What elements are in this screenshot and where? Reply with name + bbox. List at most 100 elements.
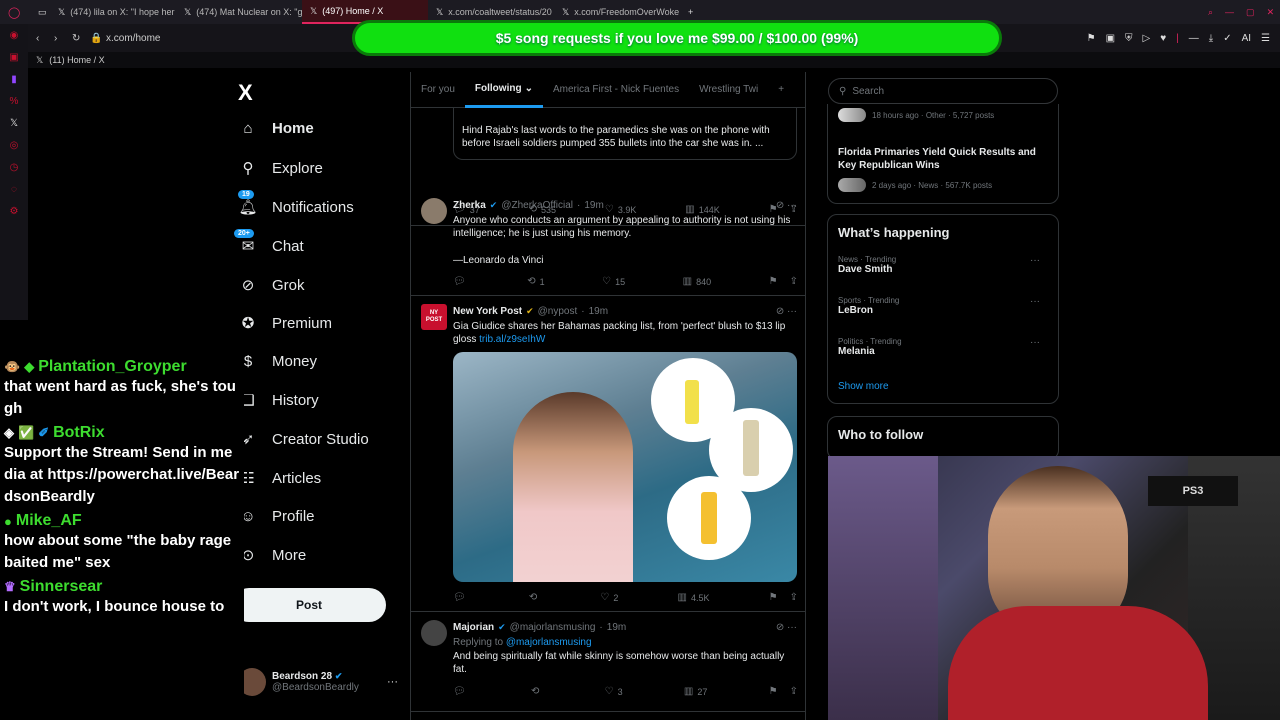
- author-name[interactable]: Majorian: [453, 622, 494, 633]
- close-icon[interactable]: ✕: [1267, 7, 1275, 18]
- nav-grok[interactable]: ⊘ Grok: [238, 276, 305, 295]
- menu-line-icon[interactable]: —: [1189, 33, 1199, 44]
- tweet[interactable]: Zherka ✔ @ZherkaOfficial · 19m ⊘ ··· Any…: [411, 190, 805, 296]
- nypost-logo-icon[interactable]: NY POST: [421, 304, 447, 330]
- repost-button[interactable]: ⟲ 1: [527, 276, 544, 287]
- avatar[interactable]: [421, 198, 447, 224]
- author-handle[interactable]: @nypost: [538, 306, 578, 317]
- sidebar-app-icon[interactable]: ◌: [0, 178, 28, 200]
- bookmark-item[interactable]: (11) Home / X: [49, 55, 104, 65]
- bookmark-icon[interactable]: ⚑: [769, 276, 778, 287]
- add-tab-button[interactable]: +: [768, 72, 794, 108]
- trend-item[interactable]: Politics · Trending Melania ···: [838, 337, 1050, 357]
- like-button[interactable]: ♡ 15: [602, 276, 625, 287]
- tweet-time[interactable]: 19m: [589, 306, 608, 317]
- author-name[interactable]: New York Post: [453, 306, 522, 317]
- reply-button[interactable]: 💬︎: [453, 276, 470, 287]
- reload-icon[interactable]: ↻: [72, 33, 90, 44]
- repost-button[interactable]: ⟲: [529, 592, 541, 603]
- clock-icon[interactable]: ◷: [0, 156, 28, 178]
- browser-menu-icon[interactable]: ◯: [0, 0, 30, 24]
- nav-creator-studio[interactable]: ➶ Creator Studio: [238, 430, 369, 449]
- twitch-icon[interactable]: ▮: [0, 68, 28, 90]
- tweet-more-icon[interactable]: ⊘ ···: [776, 622, 797, 633]
- reply-to-link[interactable]: @majorlansmusing: [506, 637, 592, 648]
- back-icon[interactable]: ‹: [36, 33, 54, 44]
- reply-button[interactable]: 💬︎: [453, 592, 470, 603]
- avatar[interactable]: [421, 620, 447, 646]
- more-icon[interactable]: ···: [1030, 255, 1040, 266]
- ai-button[interactable]: AI: [1242, 33, 1251, 44]
- nav-more[interactable]: ⊙ More: [238, 546, 306, 565]
- author-handle[interactable]: @ZherkaOfficial: [501, 200, 573, 211]
- browser-tab[interactable]: 𝕏 (474) Mat Nuclear on X: "g: [176, 0, 302, 24]
- tab-america-first[interactable]: America First - Nick Fuentes: [543, 72, 689, 108]
- hamburger-menu-icon[interactable]: ☰: [1261, 33, 1270, 44]
- author-name[interactable]: Zherka: [453, 200, 486, 211]
- like-button[interactable]: ♡ 2: [600, 592, 618, 603]
- story-meta-row[interactable]: 18 hours ago · Other · 5,727 posts: [838, 108, 994, 122]
- heart-icon[interactable]: ♥: [1160, 33, 1166, 44]
- nav-money[interactable]: $ Money: [238, 353, 317, 370]
- tab-following[interactable]: Following ⌄: [464, 72, 543, 108]
- browser-tab[interactable]: 𝕏 (474) lila on X: "I hope her: [50, 0, 176, 24]
- tweet[interactable]: Majorian ✔ @majorlansmusing · 19m ⊘ ··· …: [411, 612, 805, 712]
- account-switcher[interactable]: Beardson 28 ✔ @BeardsonBeardly ···: [238, 668, 398, 696]
- shield-icon[interactable]: ⛨: [1125, 33, 1133, 44]
- views-button[interactable]: ▥ 27: [684, 686, 707, 697]
- x-logo[interactable]: X: [238, 80, 253, 106]
- search-input[interactable]: ⚲ Search: [828, 78, 1058, 104]
- download-icon[interactable]: ⤓: [1209, 33, 1213, 44]
- more-icon[interactable]: ···: [387, 676, 398, 688]
- nav-articles[interactable]: ☷ Articles: [238, 469, 321, 488]
- share-icon[interactable]: ⇪: [790, 686, 798, 697]
- settings-icon[interactable]: ⚙: [0, 200, 28, 222]
- views-button[interactable]: ▥ 840: [683, 276, 711, 287]
- author-handle[interactable]: @majorlansmusing: [510, 622, 596, 633]
- story-title[interactable]: Florida Primaries Yield Quick Results an…: [838, 146, 1048, 172]
- minimize-icon[interactable]: —: [1225, 7, 1234, 17]
- nav-notifications[interactable]: 🔔︎ 19 Notifications: [238, 190, 354, 216]
- extension-icon[interactable]: ✓: [1223, 33, 1231, 44]
- tweet-more-icon[interactable]: ⊘ ···: [776, 200, 797, 211]
- nav-profile[interactable]: ☺ Profile: [238, 508, 314, 525]
- more-icon[interactable]: ···: [1030, 296, 1040, 307]
- more-icon[interactable]: ···: [1030, 337, 1040, 348]
- x-icon[interactable]: 𝕏: [0, 112, 28, 134]
- sidebar-app-icon[interactable]: ▣: [0, 46, 28, 68]
- bookmark-icon[interactable]: ⚑: [769, 686, 778, 697]
- nav-chat[interactable]: ✉ 20+ Chat: [234, 229, 304, 255]
- reply-button[interactable]: 💬︎: [453, 686, 470, 697]
- sidebar-app-icon[interactable]: ◉: [0, 24, 28, 46]
- post-button[interactable]: Post: [232, 588, 386, 622]
- tab-for-you[interactable]: For you: [411, 72, 465, 108]
- workspaces-icon[interactable]: ▭: [30, 0, 50, 24]
- tab-wrestling[interactable]: Wrestling Twi: [689, 72, 768, 108]
- tweet[interactable]: NY POST New York Post ✔ @nypost · 19m ⊘ ·…: [411, 296, 805, 612]
- search-tabs-icon[interactable]: ⌕: [1208, 7, 1213, 18]
- nav-premium[interactable]: ✪ Premium: [238, 314, 332, 333]
- views-button[interactable]: ▥ 4.5K: [678, 592, 710, 603]
- tweet-more-icon[interactable]: ⊘ ···: [776, 306, 797, 317]
- bookmark-icon[interactable]: ⚑: [1087, 33, 1096, 44]
- tweet-time[interactable]: 19m: [607, 622, 626, 633]
- forward-icon[interactable]: ›: [54, 33, 72, 44]
- show-more-link[interactable]: Show more: [838, 381, 889, 392]
- nav-home[interactable]: ⌂ Home: [238, 120, 313, 137]
- trend-item[interactable]: Sports · Trending LeBron ···: [838, 296, 1050, 316]
- tweet-image[interactable]: [453, 352, 797, 582]
- tweet-time[interactable]: 19m: [584, 200, 603, 211]
- tweet-link[interactable]: trib.al/z9seIhW: [479, 334, 545, 345]
- sidebar-app-icon[interactable]: ◎: [0, 134, 28, 156]
- repost-button[interactable]: ⟲: [531, 686, 543, 697]
- sidebar-app-icon[interactable]: %: [0, 90, 28, 112]
- maximize-icon[interactable]: ▢: [1246, 7, 1255, 18]
- bookmark-icon[interactable]: ⚑: [769, 592, 778, 603]
- url-text[interactable]: x.com/home: [106, 33, 160, 44]
- nav-history[interactable]: ❏ History: [238, 391, 318, 410]
- screenshot-icon[interactable]: ▣: [1106, 33, 1115, 44]
- quote-card[interactable]: Hind Rajab's last words to the paramedic…: [453, 108, 797, 160]
- trend-item[interactable]: News · Trending Dave Smith ···: [838, 255, 1050, 275]
- like-button[interactable]: ♡ 3: [605, 686, 623, 697]
- play-icon[interactable]: ▷: [1143, 33, 1151, 44]
